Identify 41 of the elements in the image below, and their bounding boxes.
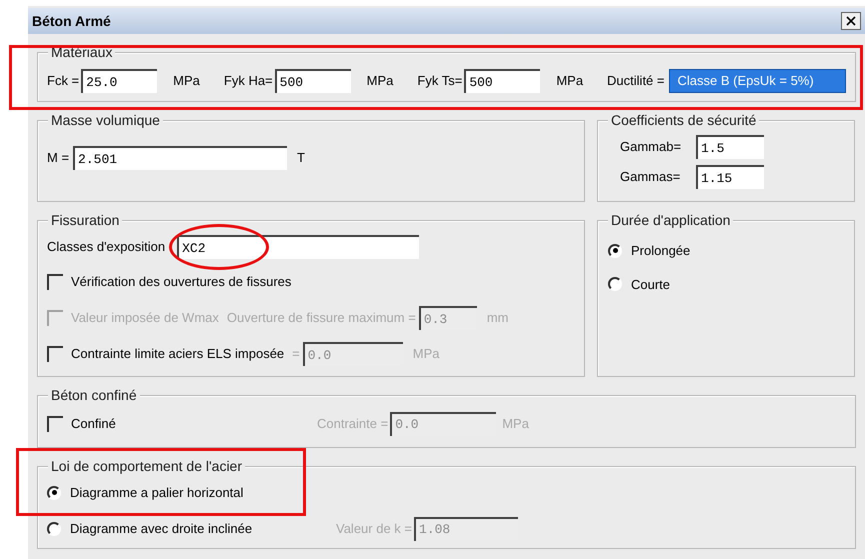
close-button[interactable]: [841, 12, 861, 30]
unit-label: mm: [486, 309, 508, 328]
field-label: Ductilité =: [607, 72, 664, 90]
field-label: Classes d'exposition: [47, 238, 166, 256]
input-field[interactable]: 500: [464, 69, 540, 93]
radio-button[interactable]: [608, 244, 622, 258]
field-label: Fyk Ha=: [224, 72, 273, 90]
unit-label: MPa: [412, 345, 440, 364]
field-label: =: [292, 345, 300, 364]
option-label[interactable]: Diagramme a palier horizontal: [70, 482, 316, 502]
radio-button[interactable]: [608, 277, 622, 292]
option-label[interactable]: Vérification des ouvertures de fissures: [71, 272, 292, 292]
field-label: Fck =: [47, 72, 80, 90]
field-label: Contrainte =: [317, 414, 388, 433]
input-field[interactable]: XC2: [177, 235, 420, 259]
input-field[interactable]: 25.0: [81, 69, 158, 93]
field-label: Ouverture de fissure maximum =: [226, 309, 416, 328]
radio-button[interactable]: [47, 522, 61, 536]
option-label[interactable]: Prolongée: [631, 241, 690, 260]
input-field[interactable]: 500: [274, 69, 351, 93]
unit-label: MPa: [366, 72, 394, 90]
unit-label: MPa: [502, 414, 529, 433]
window-title: Béton Armé: [32, 12, 111, 30]
field-label: Gammab=: [620, 138, 682, 156]
unit-label: T: [297, 149, 305, 168]
unit-label: MPa: [173, 72, 200, 90]
field-label: Valeur de k =: [336, 520, 412, 538]
input-field[interactable]: 1.15: [696, 165, 764, 189]
option-label[interactable]: Confiné: [71, 414, 317, 434]
field-label: Gammas=: [620, 168, 682, 186]
option-label[interactable]: Courte: [631, 274, 670, 294]
field-label: M =: [47, 149, 70, 168]
unit-label: MPa: [556, 72, 584, 90]
close-icon: [846, 16, 856, 26]
radio-button[interactable]: [47, 486, 61, 500]
input-field[interactable]: 2.501: [73, 146, 288, 170]
field-label: Fyk Ts=: [417, 72, 462, 90]
option-label[interactable]: Contrainte limite aciers ELS imposée: [71, 344, 284, 364]
dropdown-field[interactable]: Classe B (EpsUk = 5%): [668, 69, 846, 93]
input-field[interactable]: 1.5: [696, 135, 764, 159]
option-label[interactable]: Diagramme avec droite inclinée: [70, 518, 316, 538]
